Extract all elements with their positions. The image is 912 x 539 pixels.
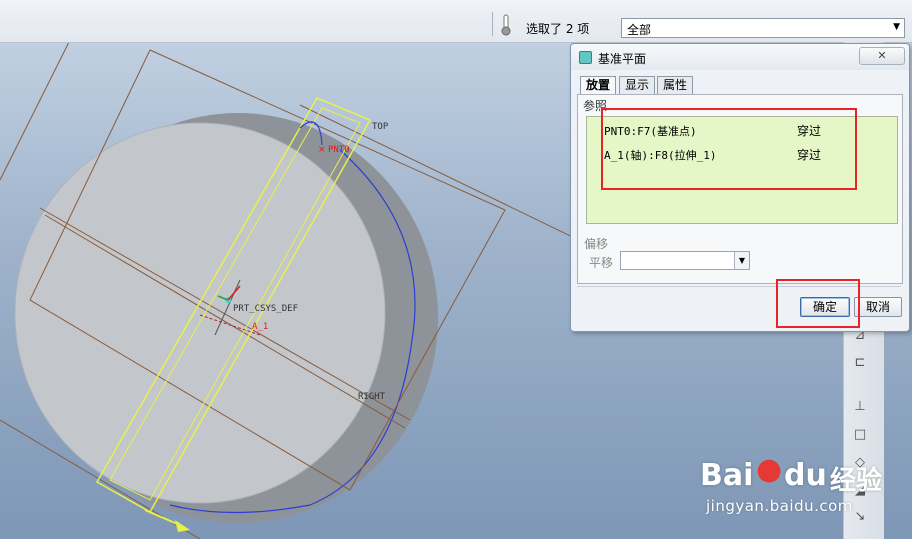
label-axis-a1: A_1 <box>252 322 268 332</box>
references-list[interactable]: PNT0:F7(基准点) 穿过 A_1(轴):F8(拉伸_1) 穿过 <box>586 116 898 224</box>
dialog-title-bar[interactable]: 基准平面 ✕ <box>571 44 909 70</box>
extrude-tool-icon[interactable]: ⊥ <box>851 398 869 416</box>
datum-tool-icon[interactable]: ⊏ <box>851 354 869 372</box>
tab-display[interactable]: 显示 <box>619 76 656 94</box>
watermark-brand-suffix: du <box>784 458 827 493</box>
tab-properties[interactable]: 属性 <box>657 76 694 94</box>
button-divider <box>577 286 901 287</box>
watermark-cn: 经验 <box>830 466 883 496</box>
datum-plane-dialog: 基准平面 ✕ 放置 显示 属性 参照 PNT0:F7(基准点) 穿过 A_1(轴… <box>570 43 910 332</box>
toolbar-separator <box>492 12 493 36</box>
cancel-button[interactable]: 取消 <box>854 297 902 317</box>
tab-placement[interactable]: 放置 <box>580 76 617 95</box>
label-csys: PRT_CSYS_DEF <box>233 304 298 314</box>
label-pnt0: PNT0 <box>328 145 350 155</box>
top-toolbar: 选取了 2 项 全部 ▼ <box>0 0 912 43</box>
pnt0-marker: × <box>318 145 326 155</box>
reference-constraint[interactable]: 穿过 <box>797 122 821 139</box>
watermark-url: jingyan.baidu.com <box>706 497 853 515</box>
chevron-down-icon: ▼ <box>893 22 900 32</box>
offset-label: 偏移 <box>584 237 609 251</box>
paw-icon: ● <box>756 452 783 487</box>
direction-arrowhead <box>175 520 190 532</box>
references-label: 参照 <box>583 99 608 113</box>
label-top: TOP <box>372 122 389 132</box>
ok-button[interactable]: 确定 <box>800 297 850 317</box>
chevron-down-icon: ▼ <box>734 252 749 269</box>
cylinder-front-face[interactable] <box>14 122 386 504</box>
translate-label: 平移 <box>589 256 614 270</box>
thermometer-icon[interactable] <box>500 14 512 36</box>
watermark-brand: Bai <box>700 458 754 493</box>
close-button[interactable]: ✕ <box>859 47 905 65</box>
dialog-title: 基准平面 <box>598 52 647 66</box>
datum-plane-icon <box>579 51 592 64</box>
selection-count: 选取了 2 项 <box>526 22 590 36</box>
reference-constraint[interactable]: 穿过 <box>797 146 821 163</box>
reference-name: PNT0:F7(基准点) <box>604 125 697 138</box>
label-right: RIGHT <box>358 392 386 402</box>
reference-name: A_1(轴):F8(拉伸_1) <box>604 149 717 162</box>
translate-select[interactable]: ▼ <box>620 251 750 270</box>
filter-value: 全部 <box>627 23 652 37</box>
selection-filter-select[interactable]: 全部 ▼ <box>621 18 905 38</box>
